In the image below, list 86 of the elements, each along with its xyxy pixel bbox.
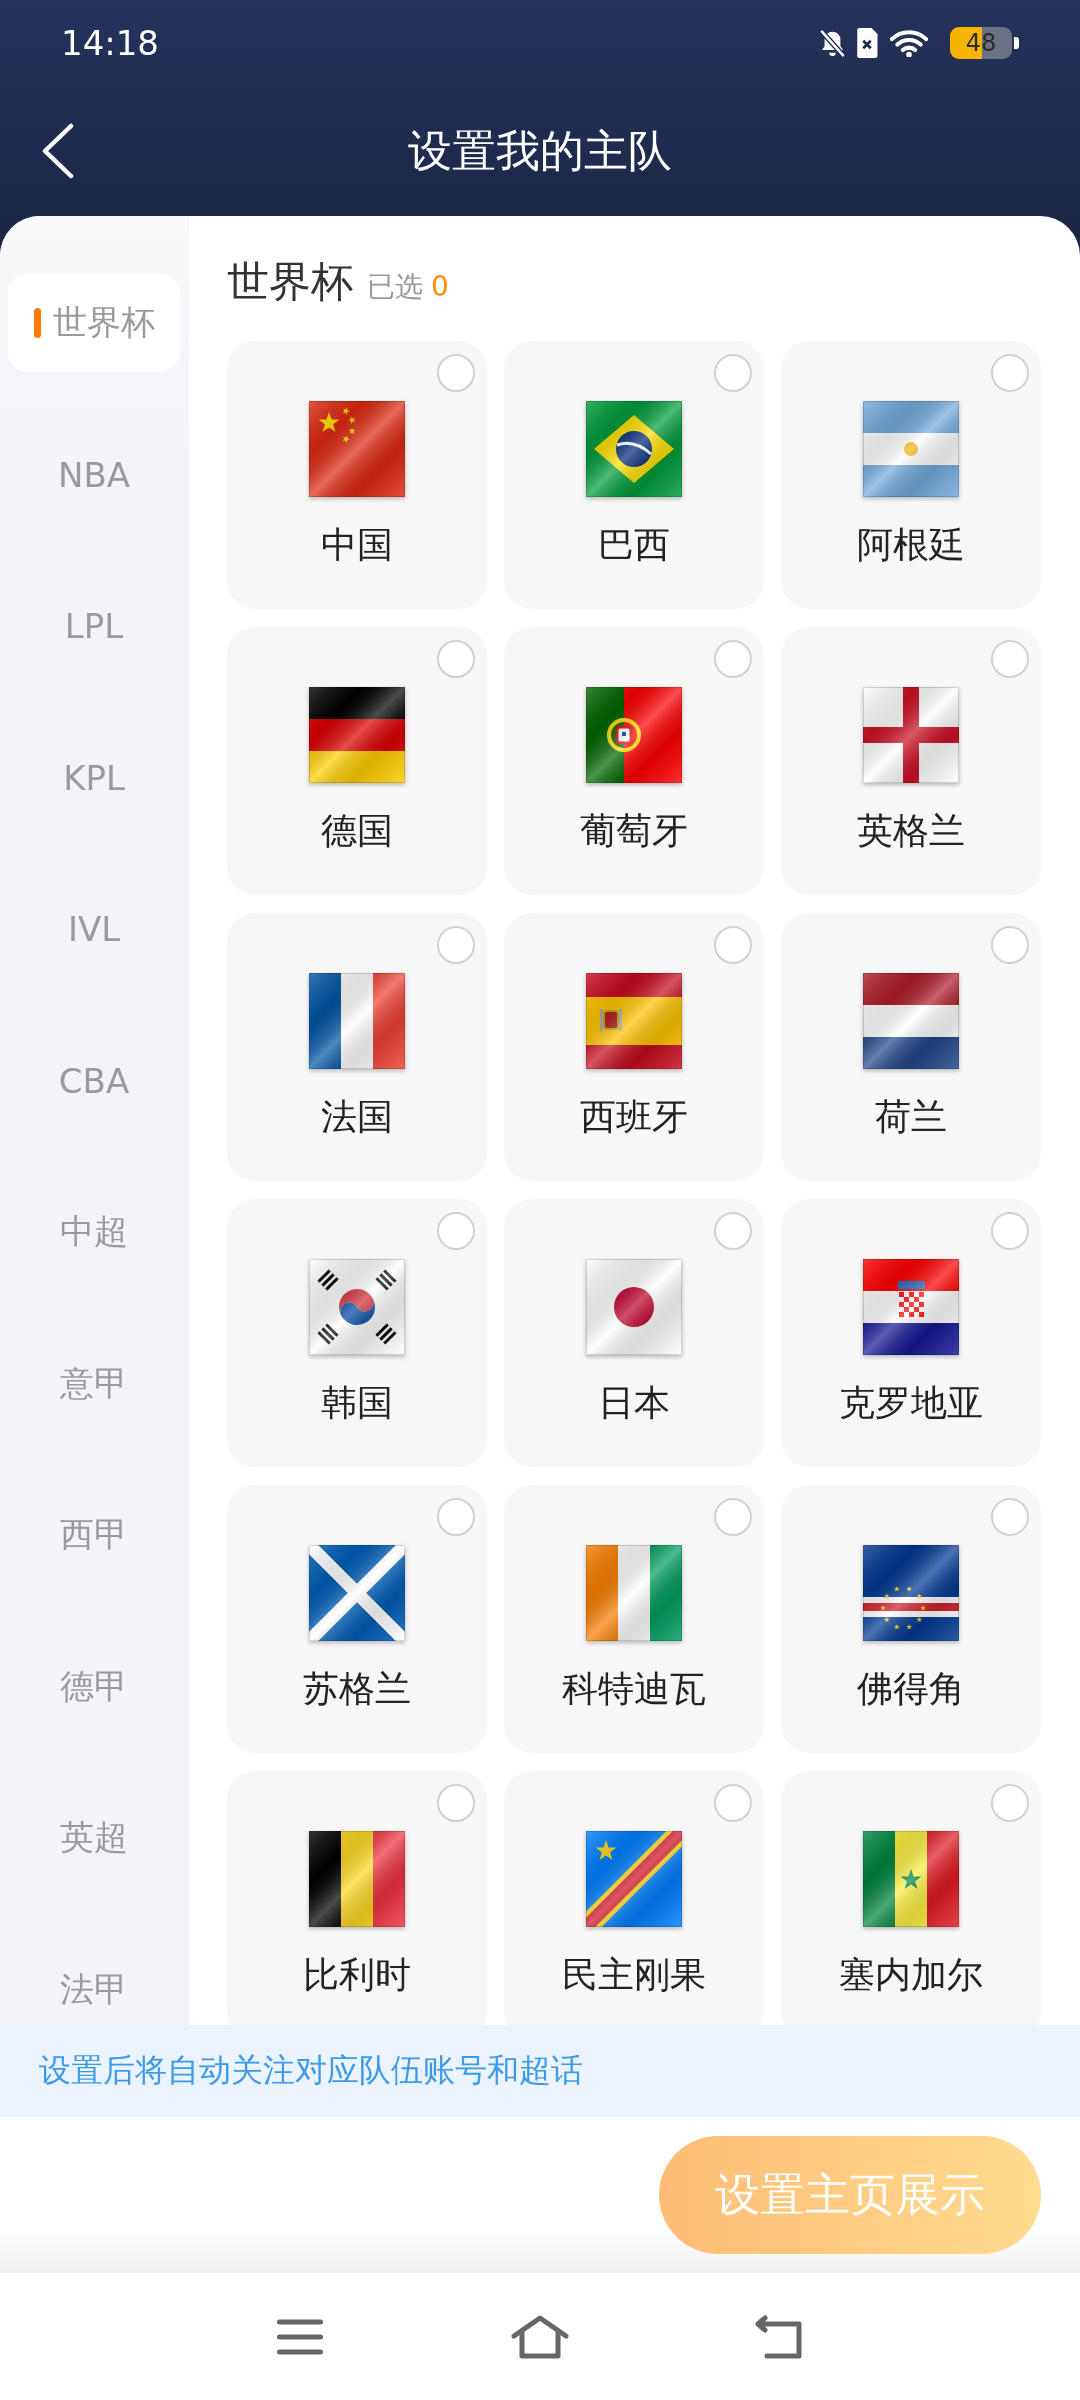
team-card[interactable]: 德国 bbox=[227, 627, 487, 895]
team-name: 佛得角 bbox=[857, 1667, 965, 1710]
radio-button[interactable] bbox=[714, 354, 752, 392]
radio-button[interactable] bbox=[991, 354, 1029, 392]
team-card[interactable]: 法国 bbox=[227, 913, 487, 1181]
flag-icon bbox=[863, 401, 959, 497]
team-card[interactable]: 日本 bbox=[504, 1199, 764, 1467]
radio-button[interactable] bbox=[437, 354, 475, 392]
team-name: 荷兰 bbox=[875, 1095, 947, 1138]
team-card[interactable]: 比利时 bbox=[227, 1771, 487, 2025]
flag-icon bbox=[309, 1831, 405, 1927]
team-name: 比利时 bbox=[303, 1953, 411, 1996]
selected-label: 已选 bbox=[367, 269, 423, 305]
team-name: 塞内加尔 bbox=[839, 1953, 983, 1996]
team-name: 西班牙 bbox=[580, 1095, 688, 1138]
team-card[interactable]: 苏格兰 bbox=[227, 1485, 487, 1753]
radio-button[interactable] bbox=[991, 1212, 1029, 1250]
radio-button[interactable] bbox=[437, 640, 475, 678]
team-name: 英格兰 bbox=[857, 809, 965, 852]
radio-button[interactable] bbox=[714, 1498, 752, 1536]
flag-icon bbox=[863, 1259, 959, 1355]
flag-icon bbox=[863, 1831, 959, 1927]
flag-icon bbox=[309, 973, 405, 1069]
radio-button[interactable] bbox=[714, 1212, 752, 1250]
radio-button[interactable] bbox=[714, 1784, 752, 1822]
flag-icon bbox=[586, 973, 682, 1069]
flag-icon bbox=[309, 401, 405, 497]
page-title: 设置我的主队 bbox=[407, 123, 673, 178]
radio-button[interactable] bbox=[437, 926, 475, 964]
team-card[interactable]: 民主刚果 bbox=[504, 1771, 764, 2025]
team-name: 民主刚果 bbox=[562, 1953, 706, 1996]
notice-text: 设置后将自动关注对应队伍账号和超话 bbox=[39, 2050, 583, 2091]
team-card[interactable]: 科特迪瓦 bbox=[504, 1485, 764, 1753]
radio-button[interactable] bbox=[437, 1212, 475, 1250]
radio-button[interactable] bbox=[437, 1498, 475, 1536]
flag-icon bbox=[586, 1831, 682, 1927]
bell-off-icon bbox=[819, 28, 846, 58]
team-card[interactable]: 佛得角 bbox=[781, 1485, 1041, 1753]
team-card[interactable]: 韩国 bbox=[227, 1199, 487, 1467]
team-card[interactable]: 英格兰 bbox=[781, 627, 1041, 895]
team-card[interactable]: 巴西 bbox=[504, 341, 764, 609]
team-name: 日本 bbox=[598, 1381, 670, 1424]
flag-icon bbox=[586, 1545, 682, 1641]
back-icon[interactable] bbox=[40, 123, 76, 179]
team-card[interactable]: 西班牙 bbox=[504, 913, 764, 1181]
team-card[interactable]: 中国 bbox=[227, 341, 487, 609]
home-icon[interactable] bbox=[511, 2314, 569, 2359]
team-name: 韩国 bbox=[321, 1381, 393, 1424]
flag-icon bbox=[586, 401, 682, 497]
team-card[interactable]: 克罗地亚 bbox=[781, 1199, 1041, 1467]
team-card[interactable]: 阿根廷 bbox=[781, 341, 1041, 609]
team-card[interactable]: 葡萄牙 bbox=[504, 627, 764, 895]
radio-button[interactable] bbox=[991, 1784, 1029, 1822]
team-name: 阿根廷 bbox=[857, 523, 965, 566]
team-card[interactable]: 塞内加尔 bbox=[781, 1771, 1041, 2025]
radio-button[interactable] bbox=[714, 926, 752, 964]
status-time: 14:18 bbox=[61, 23, 159, 63]
team-name: 科特迪瓦 bbox=[562, 1667, 706, 1710]
radio-button[interactable] bbox=[991, 640, 1029, 678]
team-name: 法国 bbox=[321, 1095, 393, 1138]
flag-icon bbox=[586, 1259, 682, 1355]
team-name: 克罗地亚 bbox=[839, 1381, 983, 1424]
team-name: 巴西 bbox=[598, 523, 670, 566]
flag-icon bbox=[309, 1259, 405, 1355]
section-title: 世界杯 bbox=[227, 256, 353, 308]
flag-icon bbox=[863, 973, 959, 1069]
team-name: 葡萄牙 bbox=[580, 809, 688, 852]
menu-icon[interactable] bbox=[277, 2318, 323, 2355]
radio-button[interactable] bbox=[437, 1784, 475, 1822]
sim-card-icon bbox=[856, 28, 878, 58]
flag-icon bbox=[309, 687, 405, 783]
flag-icon bbox=[586, 687, 682, 783]
radio-button[interactable] bbox=[714, 640, 752, 678]
team-name: 苏格兰 bbox=[303, 1667, 411, 1710]
team-name: 中国 bbox=[321, 523, 393, 566]
back-nav-icon[interactable] bbox=[755, 2314, 805, 2359]
selected-marker-icon bbox=[33, 308, 41, 338]
radio-button[interactable] bbox=[991, 926, 1029, 964]
flag-icon bbox=[863, 1545, 959, 1641]
flag-icon bbox=[309, 1545, 405, 1641]
radio-button[interactable] bbox=[991, 1498, 1029, 1536]
wifi-icon bbox=[890, 29, 928, 57]
team-card[interactable]: 荷兰 bbox=[781, 913, 1041, 1181]
team-name: 德国 bbox=[321, 809, 393, 852]
flag-icon bbox=[863, 687, 959, 783]
selected-count: 0 bbox=[431, 270, 449, 303]
